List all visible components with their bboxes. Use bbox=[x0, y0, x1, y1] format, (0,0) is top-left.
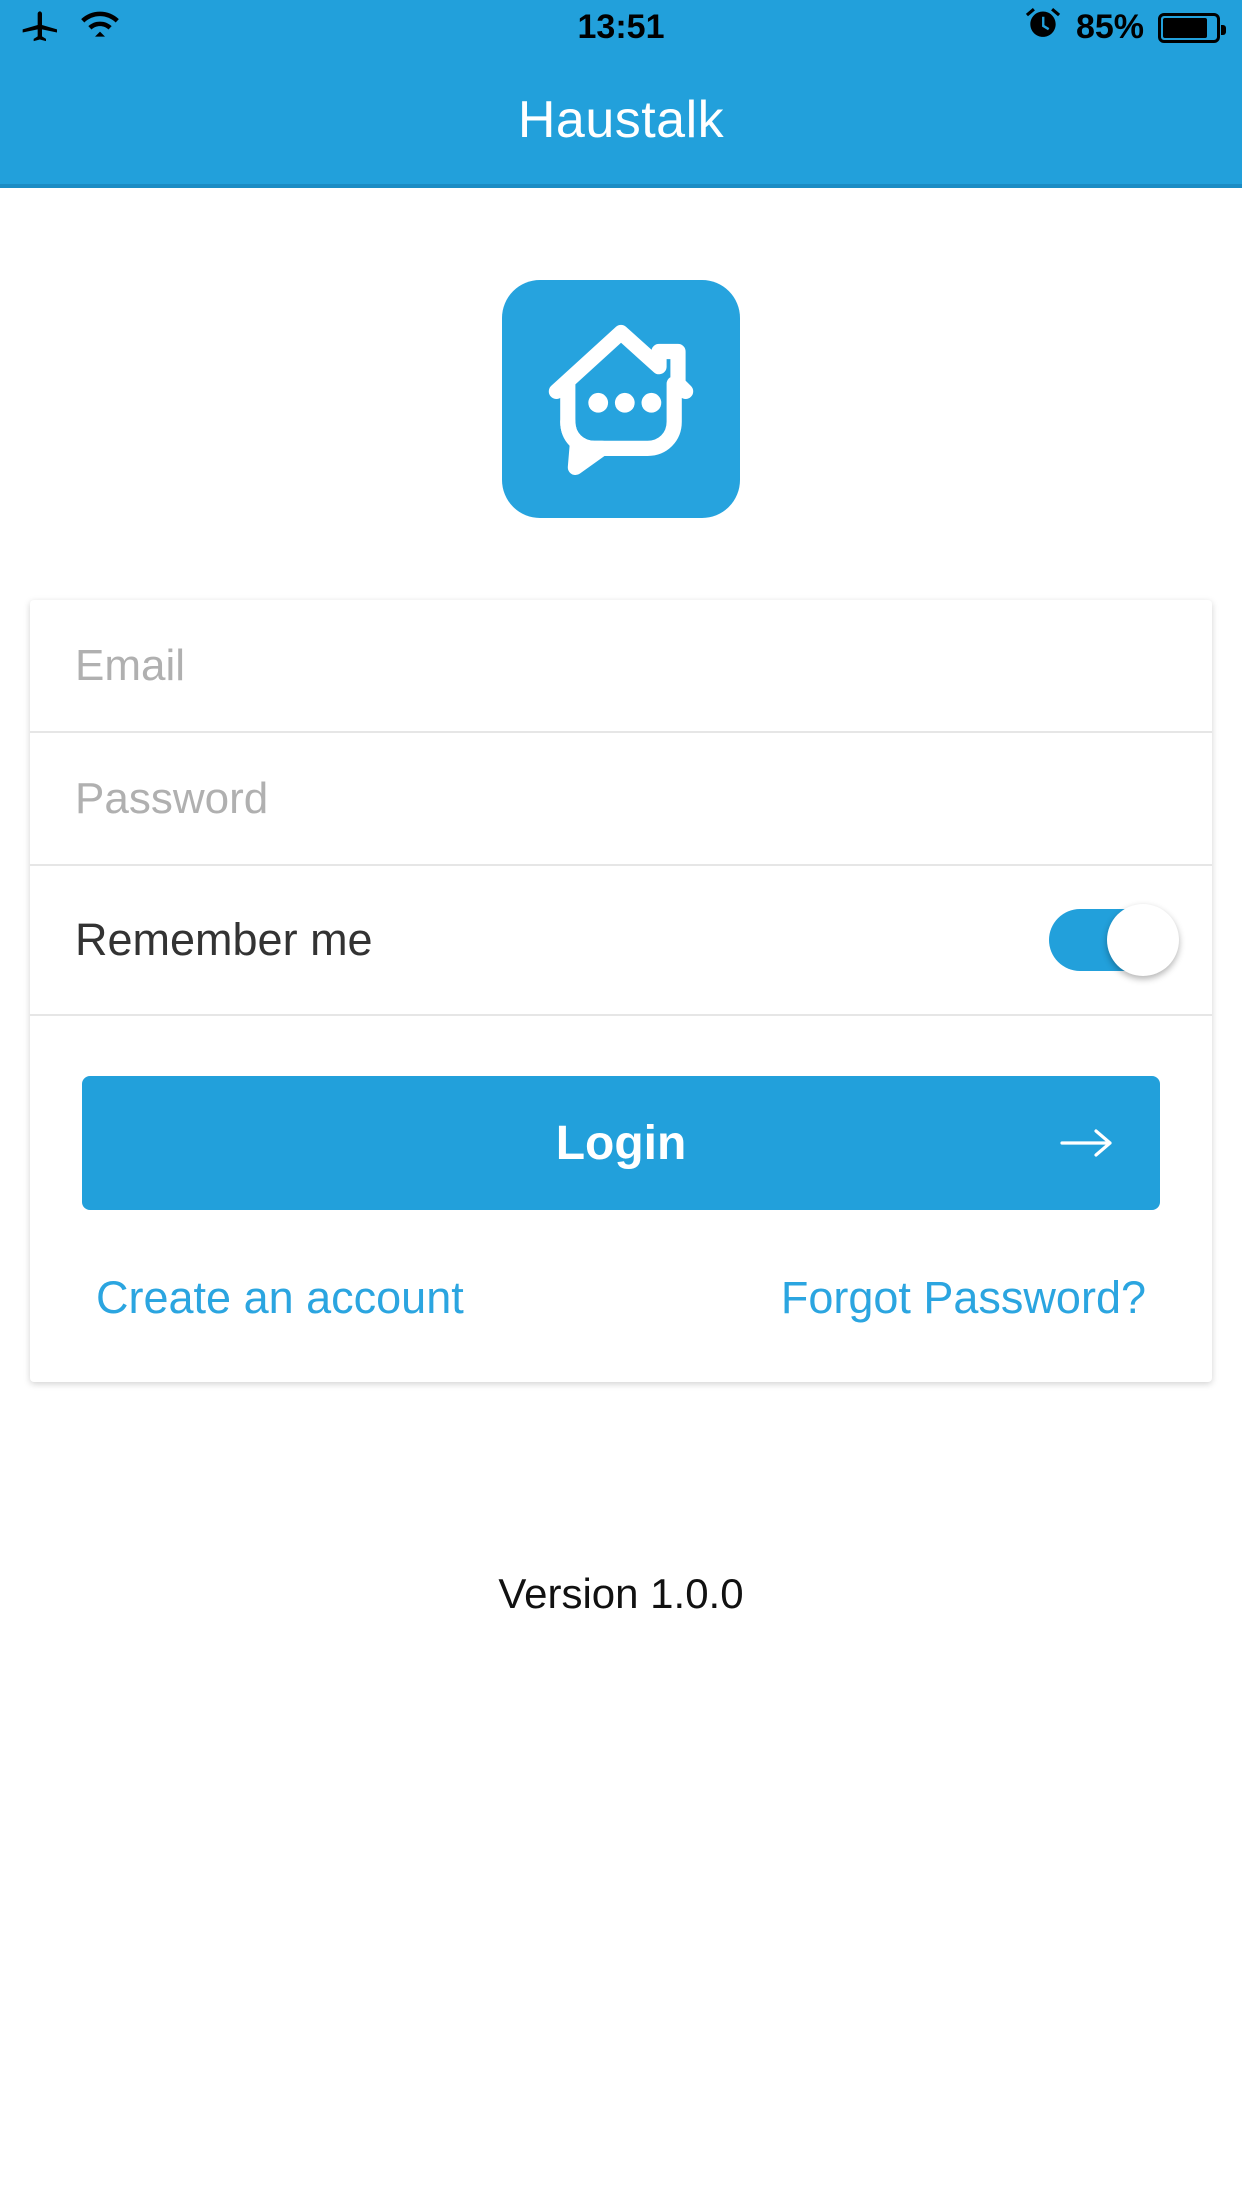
remember-me-row[interactable]: Remember me bbox=[30, 866, 1212, 1016]
toggle-knob bbox=[1107, 904, 1179, 976]
status-bar-right: 85% bbox=[1024, 6, 1226, 49]
battery-icon bbox=[1158, 12, 1226, 43]
alarm-clock-icon bbox=[1024, 6, 1062, 49]
password-field-row[interactable] bbox=[30, 733, 1212, 866]
login-card: Remember me Login Create an account Forg… bbox=[30, 600, 1212, 1382]
status-bar: 13:51 85% bbox=[0, 0, 1242, 55]
version-label: Version 1.0.0 bbox=[498, 1570, 744, 1617]
arrow-right-icon bbox=[1060, 1126, 1116, 1160]
haustalk-house-chat-logo-icon bbox=[502, 280, 740, 518]
login-button[interactable]: Login bbox=[82, 1076, 1160, 1210]
battery-percentage-label: 85% bbox=[1075, 8, 1144, 46]
remember-me-toggle[interactable] bbox=[1049, 904, 1179, 976]
login-button-label: Login bbox=[555, 1116, 687, 1170]
logo-container bbox=[0, 280, 1242, 518]
create-account-link[interactable]: Create an account bbox=[96, 1272, 464, 1324]
card-actions: Login Create an account Forgot Password? bbox=[30, 1016, 1212, 1382]
password-input[interactable] bbox=[75, 773, 1167, 824]
remember-me-label: Remember me bbox=[75, 914, 373, 965]
auth-links-row: Create an account Forgot Password? bbox=[82, 1272, 1160, 1324]
battery-fill-level bbox=[1163, 17, 1208, 38]
page-title: Haustalk bbox=[517, 90, 725, 149]
forgot-password-link[interactable]: Forgot Password? bbox=[781, 1272, 1146, 1324]
email-input[interactable] bbox=[75, 640, 1167, 691]
app-header-bar: Haustalk bbox=[0, 55, 1242, 188]
email-field-row[interactable] bbox=[30, 600, 1212, 733]
